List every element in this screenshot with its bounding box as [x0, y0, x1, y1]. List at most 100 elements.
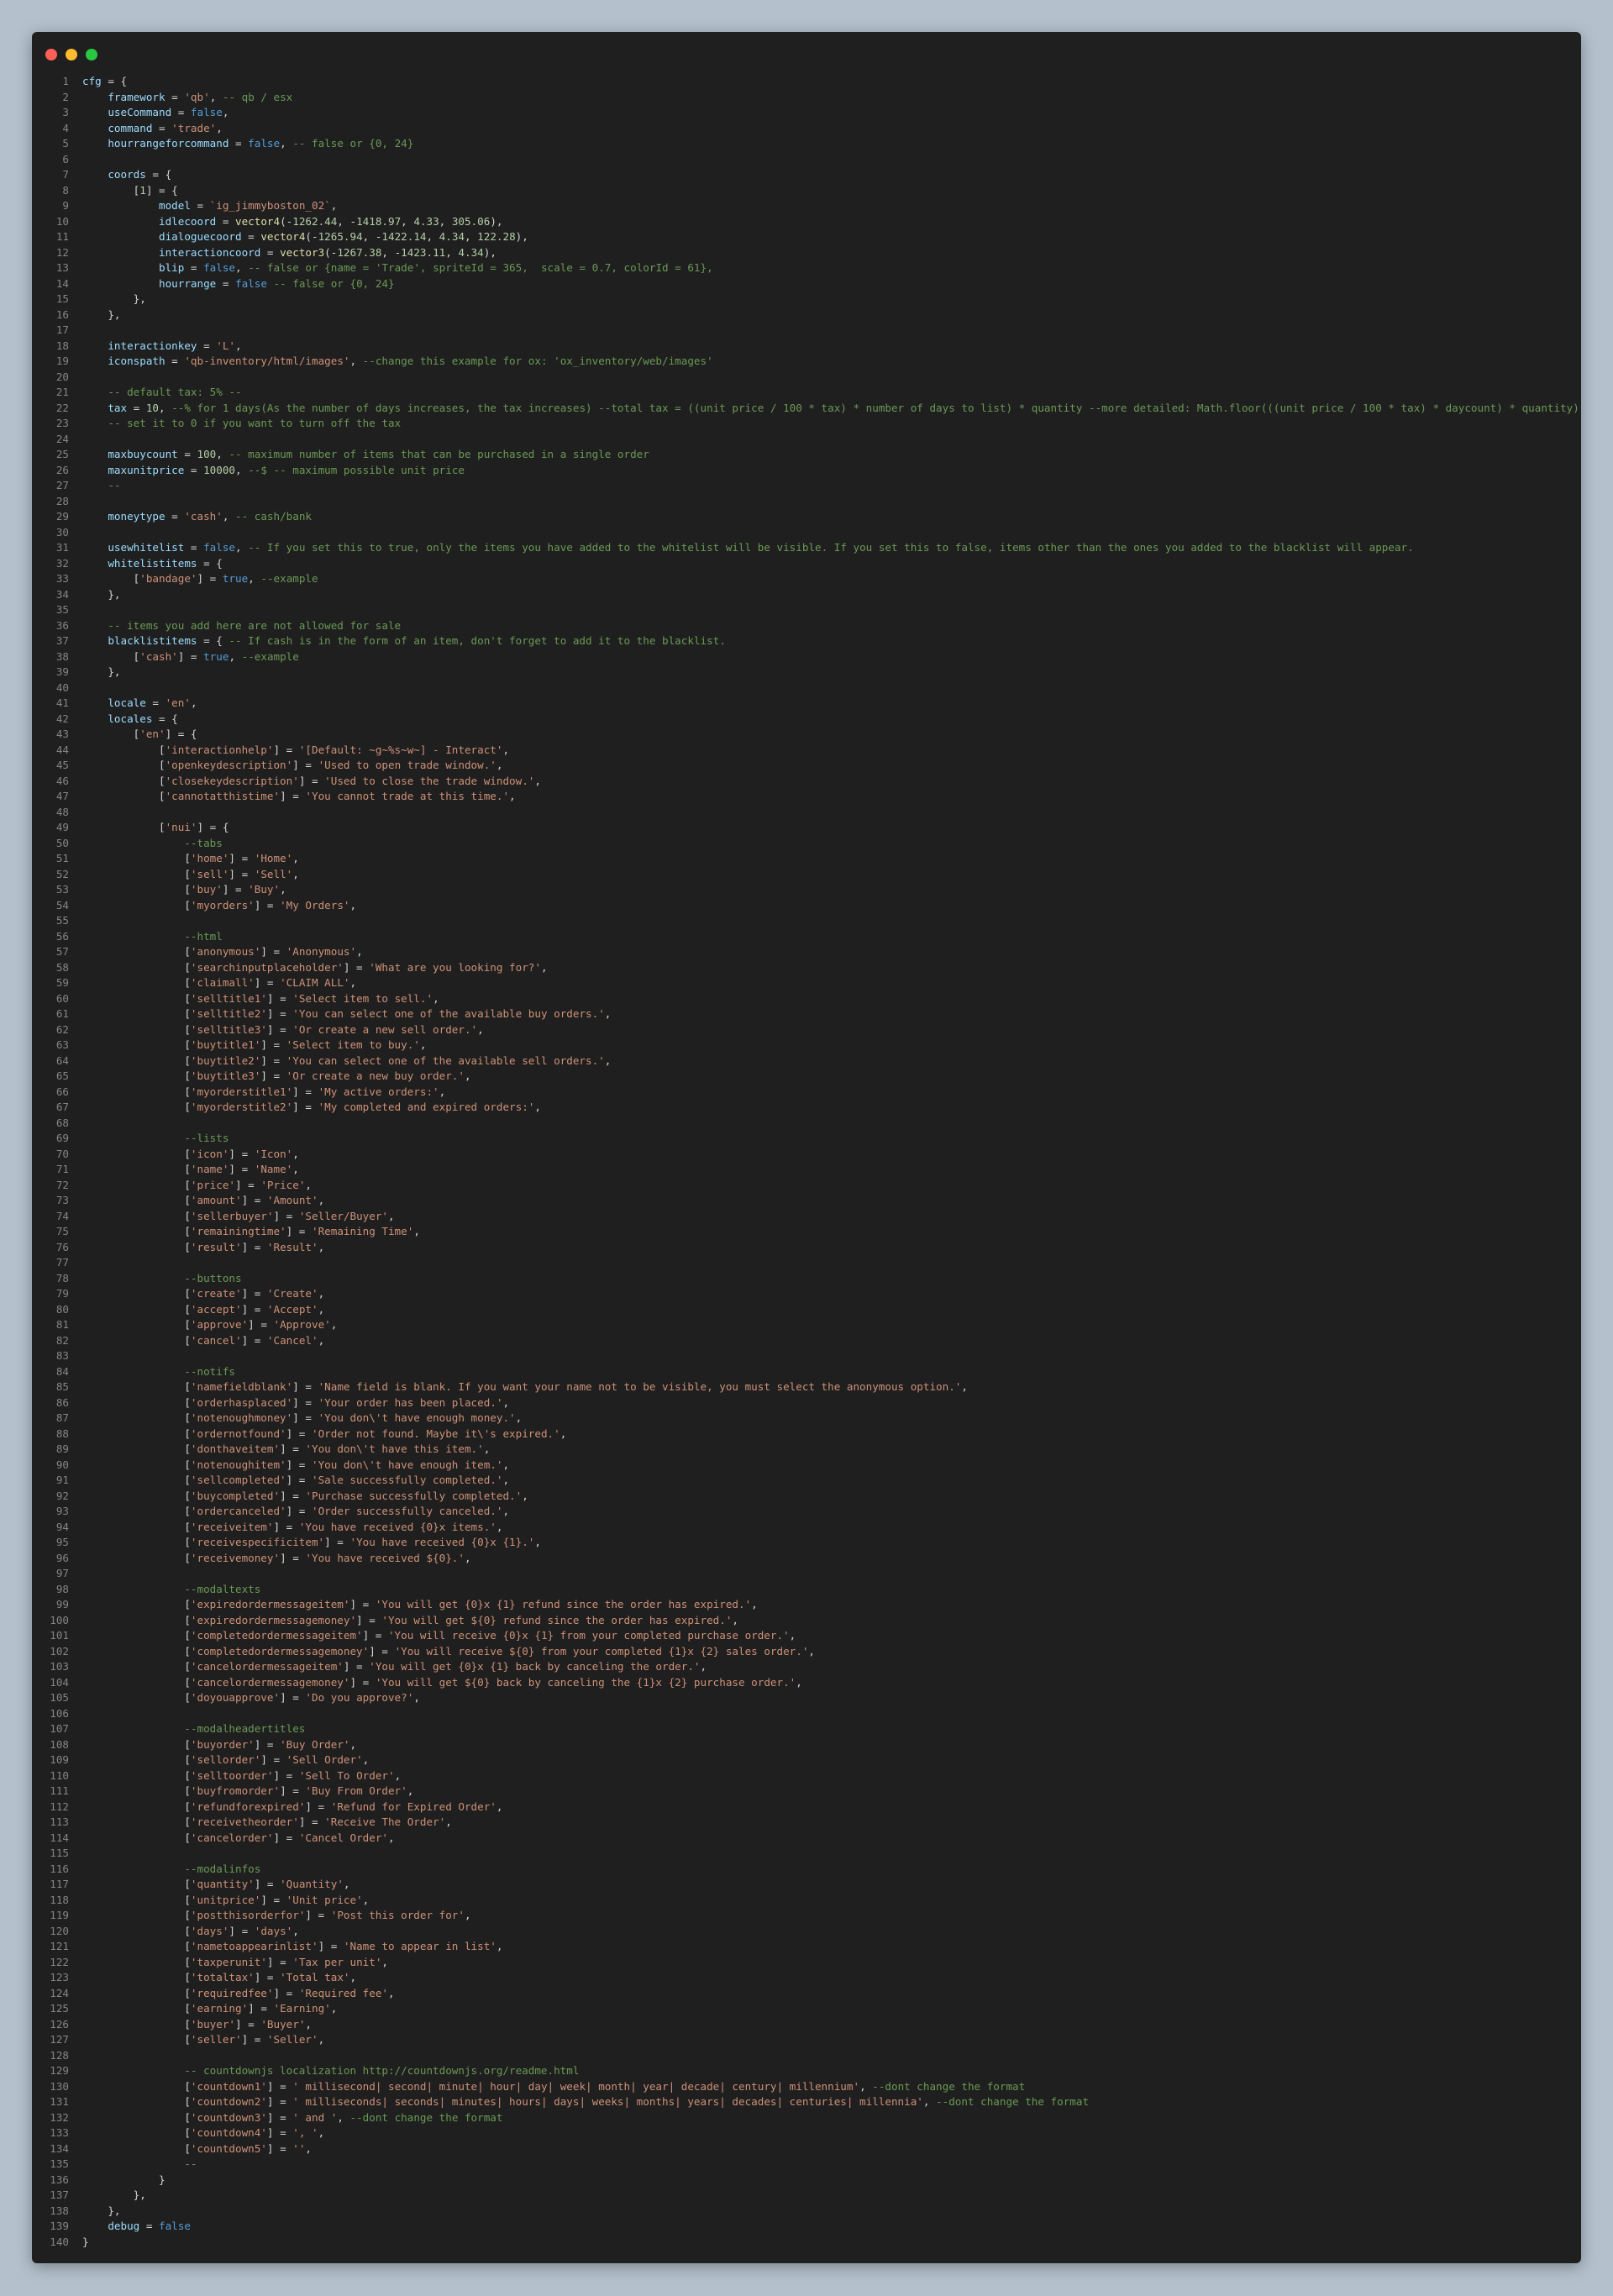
code-line: 114 ['cancelorder'] = 'Cancel Order', — [32, 1831, 1581, 1847]
line-text: ['notenoughmoney'] = 'You don\'t have en… — [82, 1411, 523, 1424]
code-line: 51 ['home'] = 'Home', — [32, 851, 1581, 867]
line-number: 39 — [55, 665, 69, 678]
line-number: 103 — [50, 1660, 69, 1673]
line-number: 98 — [55, 1582, 69, 1595]
line-text: debug = false — [108, 2220, 191, 2232]
code-line: 26 maxunitprice = 10000, --$ -- maximum … — [32, 463, 1581, 479]
line-number: 83 — [55, 1349, 69, 1362]
close-button[interactable] — [45, 49, 57, 60]
line-number: 102 — [50, 1644, 69, 1658]
line-number: 8 — [62, 183, 69, 197]
line-text: idlecoord = vector4(-1262.44, -1418.97, … — [159, 214, 503, 228]
line-number: 29 — [55, 510, 69, 523]
line-number: 6 — [62, 152, 69, 166]
code-line: 11 dialoguecoord = vector4(-1265.94, -14… — [32, 229, 1581, 245]
line-number: 17 — [55, 323, 69, 336]
line-number: 121 — [50, 1940, 69, 1952]
line-text: locales = { — [108, 712, 178, 725]
line-text: ['expiredordermessageitem'] = 'You will … — [82, 1598, 758, 1610]
code-line: 83 — [32, 1348, 1581, 1364]
line-text: -- — [184, 2157, 197, 2170]
line-number: 119 — [50, 1909, 69, 1921]
line-number: 38 — [55, 649, 69, 663]
line-number: 124 — [50, 1986, 69, 1999]
line-text: ['closekeydescription'] = 'Used to close… — [82, 774, 541, 787]
line-number: 12 — [55, 245, 69, 259]
line-number: 59 — [55, 976, 69, 989]
code-line: 21 -- default tax: 5% -- — [32, 385, 1581, 401]
line-text: ['expiredordermessagemoney'] = 'You will… — [82, 1613, 738, 1626]
line-number: 87 — [55, 1411, 69, 1424]
code-line: 20 — [32, 370, 1581, 386]
line-number: 107 — [50, 1722, 69, 1735]
line-text: ['sellerbuyer'] = 'Seller/Buyer', — [82, 1209, 395, 1222]
line-number: 120 — [50, 1924, 69, 1937]
line-number: 112 — [50, 1799, 69, 1813]
code-line: 120 ['days'] = 'days', — [32, 1924, 1581, 1940]
line-text — [82, 323, 1581, 339]
line-number: 117 — [50, 1878, 69, 1890]
line-text: ['name'] = 'Name', — [82, 1163, 299, 1175]
line-text: ['completedordermessageitem'] = 'You wil… — [82, 1629, 796, 1642]
code-line: 80 ['accept'] = 'Accept', — [32, 1302, 1581, 1318]
code-line: 105 ['doyouapprove'] = 'Do you approve?'… — [32, 1690, 1581, 1706]
line-text: ['ordercanceled'] = 'Order successfully … — [82, 1505, 510, 1517]
code-editor[interactable]: 1 cfg = {2 framework = 'qb', -- qb / esx 3… — [32, 74, 1581, 2250]
code-line: 103 ['cancelordermessageitem'] = 'You wi… — [32, 1659, 1581, 1675]
line-number: 28 — [55, 494, 69, 507]
line-number: 19 — [55, 355, 69, 367]
line-text: ['interactionhelp'] = '[Default: ~g~%s~w… — [82, 743, 510, 756]
line-number: 60 — [55, 991, 69, 1005]
line-text: -- default tax: 5% -- — [108, 386, 242, 398]
line-number: 36 — [55, 618, 69, 632]
line-text: ['receiveitem'] = 'You have received {0}… — [82, 1520, 503, 1533]
code-line: 42 locales = { — [32, 712, 1581, 728]
line-number: 54 — [55, 898, 69, 912]
line-number: 131 — [50, 2095, 69, 2108]
line-number: 18 — [55, 339, 69, 352]
line-text: ['approve'] = 'Approve', — [82, 1318, 338, 1331]
line-text: ['claimall'] = 'CLAIM ALL', — [82, 976, 357, 989]
line-text — [82, 913, 1581, 929]
line-text: ['countdown5'] = '', — [82, 2141, 313, 2155]
code-line: 98 --modaltexts — [32, 1582, 1581, 1598]
code-line: 97 — [32, 1566, 1581, 1582]
line-number: 128 — [50, 2048, 69, 2062]
line-number: 91 — [55, 1474, 69, 1486]
code-line: 2 framework = 'qb', -- qb / esx — [32, 90, 1581, 106]
line-text: ['refundforexpired'] = 'Refund for Expir… — [82, 1799, 503, 1813]
line-number: 118 — [50, 1893, 69, 1906]
code-line: 60 ['selltitle1'] = 'Select item to sell… — [32, 991, 1581, 1007]
line-text: ['cancelorder'] = 'Cancel Order', — [82, 1831, 395, 1844]
line-number: 61 — [55, 1007, 69, 1020]
line-text: ['donthaveitem'] = 'You don\'t have this… — [82, 1442, 491, 1455]
window-titlebar — [32, 32, 1581, 74]
line-text: ['buycompleted'] = 'Purchase successfull… — [82, 1489, 528, 1502]
minimize-button[interactable] — [66, 49, 77, 60]
line-text: maxbuycount = 100, -- maximum number of … — [108, 448, 649, 460]
line-number: 134 — [50, 2141, 69, 2155]
code-line: 13 blip = false, -- false or {name = 'Tr… — [32, 260, 1581, 276]
line-text: ['days'] = 'days', — [82, 1924, 299, 1937]
line-text: interactioncoord = vector3(-1267.38, -14… — [159, 245, 497, 259]
code-line: 32 whitelistitems = { — [32, 556, 1581, 572]
line-number: 32 — [55, 556, 69, 570]
line-number: 14 — [55, 276, 69, 290]
line-number: 16 — [55, 307, 69, 321]
code-line: 90 ['notenoughitem'] = 'You don\'t have … — [32, 1458, 1581, 1474]
line-text: ['cash'] = true, --example — [82, 649, 299, 663]
line-text — [82, 525, 1581, 541]
line-text: ['anonymous'] = 'Anonymous', — [82, 945, 363, 958]
line-text: ['selltitle2'] = 'You can select one of … — [82, 1007, 612, 1020]
line-text: ['selltitle3'] = 'Or create a new sell o… — [82, 1022, 484, 1036]
code-line: 77 — [32, 1255, 1581, 1271]
line-number: 113 — [50, 1815, 69, 1828]
line-number: 77 — [55, 1256, 69, 1269]
code-line: 130 ['countdown1'] = ' millisecond| seco… — [32, 2079, 1581, 2095]
code-line: 39 }, — [32, 665, 1581, 680]
maximize-button[interactable] — [86, 49, 97, 60]
line-text: -- set it to 0 if you want to turn off t… — [108, 417, 402, 429]
code-line: 119 ['postthisorderfor'] = 'Post this or… — [32, 1908, 1581, 1924]
line-text: ['cancelordermessagemoney'] = 'You will … — [82, 1675, 802, 1689]
code-line: 61 ['selltitle2'] = 'You can select one … — [32, 1006, 1581, 1022]
